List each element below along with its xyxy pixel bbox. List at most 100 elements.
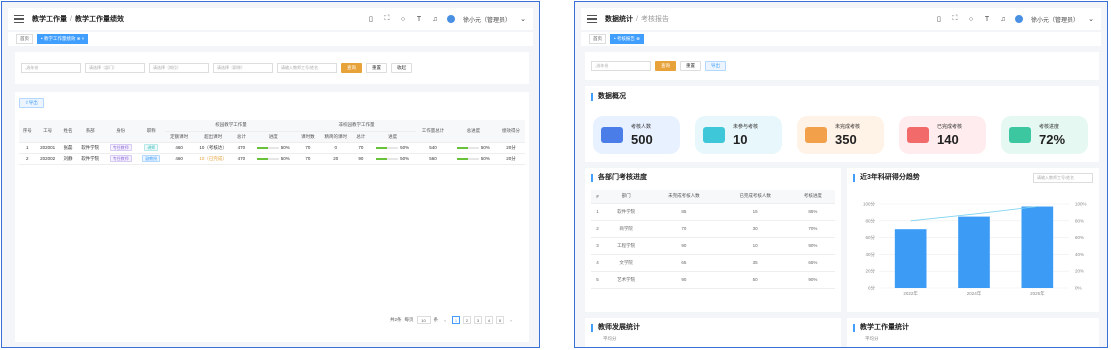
trend-search-input[interactable]: 请输入教师工号/姓名 xyxy=(1033,173,1093,183)
breadcrumb-parent[interactable]: 教学工作量 xyxy=(32,16,67,23)
th-role[interactable]: 身份 xyxy=(104,120,138,143)
th-progress-all[interactable]: 总进度 xyxy=(449,120,497,143)
collapse-button[interactable]: 收起 xyxy=(391,63,412,73)
filter-bar: ▫ 选年份 请选择（部门） 请选择（岗位） 请选择（职称） 请输入教师工号/姓名… xyxy=(15,52,529,84)
user-name[interactable]: 徐小元（管理员） xyxy=(1031,15,1079,24)
y2-tick-label: 100% xyxy=(1075,202,1087,207)
export-button[interactable]: 导出 xyxy=(705,61,726,71)
th-progress1[interactable]: 进度 xyxy=(249,131,297,143)
y-tick-label: 100分 xyxy=(863,201,876,208)
page-1[interactable]: 1 xyxy=(452,316,460,324)
query-button[interactable]: 查询 xyxy=(655,61,676,71)
dept-cell: 65 xyxy=(648,254,720,272)
tab-home[interactable]: 首页 xyxy=(16,34,33,44)
reset-button[interactable]: 重置 xyxy=(680,61,701,71)
tab-assessment-report[interactable]: • 考核报告 ⊗ xyxy=(610,34,644,44)
teacher-search-input[interactable]: 请输入教师工号/姓名 xyxy=(277,63,337,73)
avatar[interactable] xyxy=(446,15,455,23)
title-select[interactable]: 请选择（职称） xyxy=(213,63,273,73)
tab-home[interactable]: 首页 xyxy=(589,34,606,44)
dept-cell: 软件学院 xyxy=(604,203,649,221)
cell-name: 张磊 xyxy=(59,142,77,154)
dept-select[interactable]: 请选择（部门） xyxy=(85,63,145,73)
phone-icon[interactable]: ▯ xyxy=(935,15,943,23)
dept-cell: 90 xyxy=(648,237,720,255)
query-button[interactable]: 查询 xyxy=(341,63,362,73)
export-button[interactable]: ⇪ 导出 xyxy=(19,98,44,108)
menu-icon[interactable] xyxy=(14,15,24,23)
dept-progress-table: # 部门 未完成考核人数 已完成考核人数 考核进度 1 软件学院 85 15 85% 2 商学院 70… xyxy=(591,190,835,289)
reset-button[interactable]: 重置 xyxy=(366,63,387,73)
th-sum[interactable]: 工作量总计 xyxy=(416,120,450,143)
menu-icon[interactable] xyxy=(587,15,597,23)
fullscreen-icon[interactable]: ⛶ xyxy=(951,15,959,23)
user-name[interactable]: 徐小元（管理员） xyxy=(463,15,511,24)
cell-total1-text: 470 xyxy=(237,145,246,150)
th-score[interactable]: 绩效得分 xyxy=(496,120,525,143)
dept-cell: 10 xyxy=(719,237,791,255)
dept-th: 部门 xyxy=(604,190,649,204)
cell-score: 20分 xyxy=(496,142,525,154)
font-size-icon[interactable]: T xyxy=(415,16,423,23)
bell-icon[interactable]: ♫ xyxy=(999,16,1007,23)
stat-card-label: 考核人数 xyxy=(631,124,652,130)
cell-total1-text: 470 xyxy=(237,156,246,161)
dept-cell: 70% xyxy=(790,220,835,238)
cell-sum: 540 xyxy=(416,142,450,154)
role-tag: 专任教师 xyxy=(109,154,132,162)
breadcrumb: 数据统计 / 考核报告 xyxy=(605,14,669,24)
th-hours[interactable]: 课时数 xyxy=(296,131,319,143)
fullscreen-icon[interactable]: ⛶ xyxy=(383,15,391,23)
page-2[interactable]: 2 xyxy=(463,316,471,324)
year-picker[interactable]: ▫ 选年份 xyxy=(21,63,81,73)
cell-id: 202002 xyxy=(35,153,60,165)
avatar[interactable] xyxy=(1014,15,1023,23)
x-tick-label: 2025年 xyxy=(1030,290,1045,297)
phone-icon[interactable]: ▯ xyxy=(367,15,375,23)
chevron-down-icon[interactable]: ⌄ xyxy=(519,15,527,23)
export-label: 导出 xyxy=(28,100,38,105)
th-name[interactable]: 姓名 xyxy=(59,120,77,143)
progress-text: 50% xyxy=(480,145,490,150)
prev-page-icon[interactable]: ‹ xyxy=(441,316,449,324)
th-total2[interactable]: 总计 xyxy=(352,131,370,143)
page-5[interactable]: 5 xyxy=(496,316,504,324)
next-page-icon[interactable]: › xyxy=(507,316,515,324)
cell-sum-text: 560 xyxy=(429,156,437,161)
th-progress2[interactable]: 进度 xyxy=(369,131,417,143)
dept-progress-panel: 各部门考核进度 # 部门 未完成考核人数 已完成考核人数 考核进度 1 软件学院 85 15 8… xyxy=(585,168,841,312)
search-icon[interactable]: ○ xyxy=(399,16,407,23)
page-size-select[interactable]: 10 xyxy=(416,316,431,324)
font-size-icon[interactable]: T xyxy=(983,16,991,23)
y-tick-label: 40分 xyxy=(865,251,875,258)
stat-card-value: 500 xyxy=(631,132,653,147)
position-select[interactable]: 请选择（岗位） xyxy=(149,63,209,73)
left-screen: 教学工作量 / 教学工作量绩效 ▯ ⛶ ○ T ♫ 徐小元（管理员） ⌄ 首页 • … xyxy=(1,1,540,348)
cell-hours-text: 70 xyxy=(305,156,311,161)
th-total1[interactable]: 总计 xyxy=(233,131,250,143)
dept-cell: 30 xyxy=(719,220,791,238)
chevron-down-icon[interactable]: ⌄ xyxy=(1087,15,1095,23)
breadcrumb-current: 考核报告 xyxy=(640,16,669,23)
dept-cell: 1 xyxy=(591,203,605,221)
cell-reduced-text: 20 xyxy=(333,156,339,161)
page-4[interactable]: 4 xyxy=(485,316,493,324)
tab-workload-performance[interactable]: • 教学工作量绩效 ⊗ × xyxy=(37,34,89,44)
extra-text: 10（已完成） xyxy=(199,155,227,161)
th-quota[interactable]: 定额课时 xyxy=(165,131,194,143)
th-extra[interactable]: 超出课时 xyxy=(193,131,234,143)
page-3[interactable]: 3 xyxy=(474,316,482,324)
th-reduced[interactable]: 精简的课时 xyxy=(318,131,353,143)
th-dept[interactable]: 系部 xyxy=(76,120,105,143)
th-group-outside: 非校园教学工作量 xyxy=(296,120,417,132)
search-icon[interactable]: ○ xyxy=(967,16,975,23)
dept-cell: 50 xyxy=(719,271,791,289)
th-id[interactable]: 工号 xyxy=(35,120,60,143)
bell-icon[interactable]: ♫ xyxy=(431,16,439,23)
cell-idx-text: 1 xyxy=(26,145,29,150)
overview-title: 数据概况 xyxy=(591,93,626,101)
top-header: 教学工作量 / 教学工作量绩效 ▯ ⛶ ○ T ♫ 徐小元（管理员） ⌄ xyxy=(8,8,533,30)
year-picker[interactable]: ▫ 选年份 xyxy=(591,61,651,71)
breadcrumb-parent[interactable]: 数据统计 xyxy=(605,16,633,23)
th-title[interactable]: 职称 xyxy=(137,120,166,143)
